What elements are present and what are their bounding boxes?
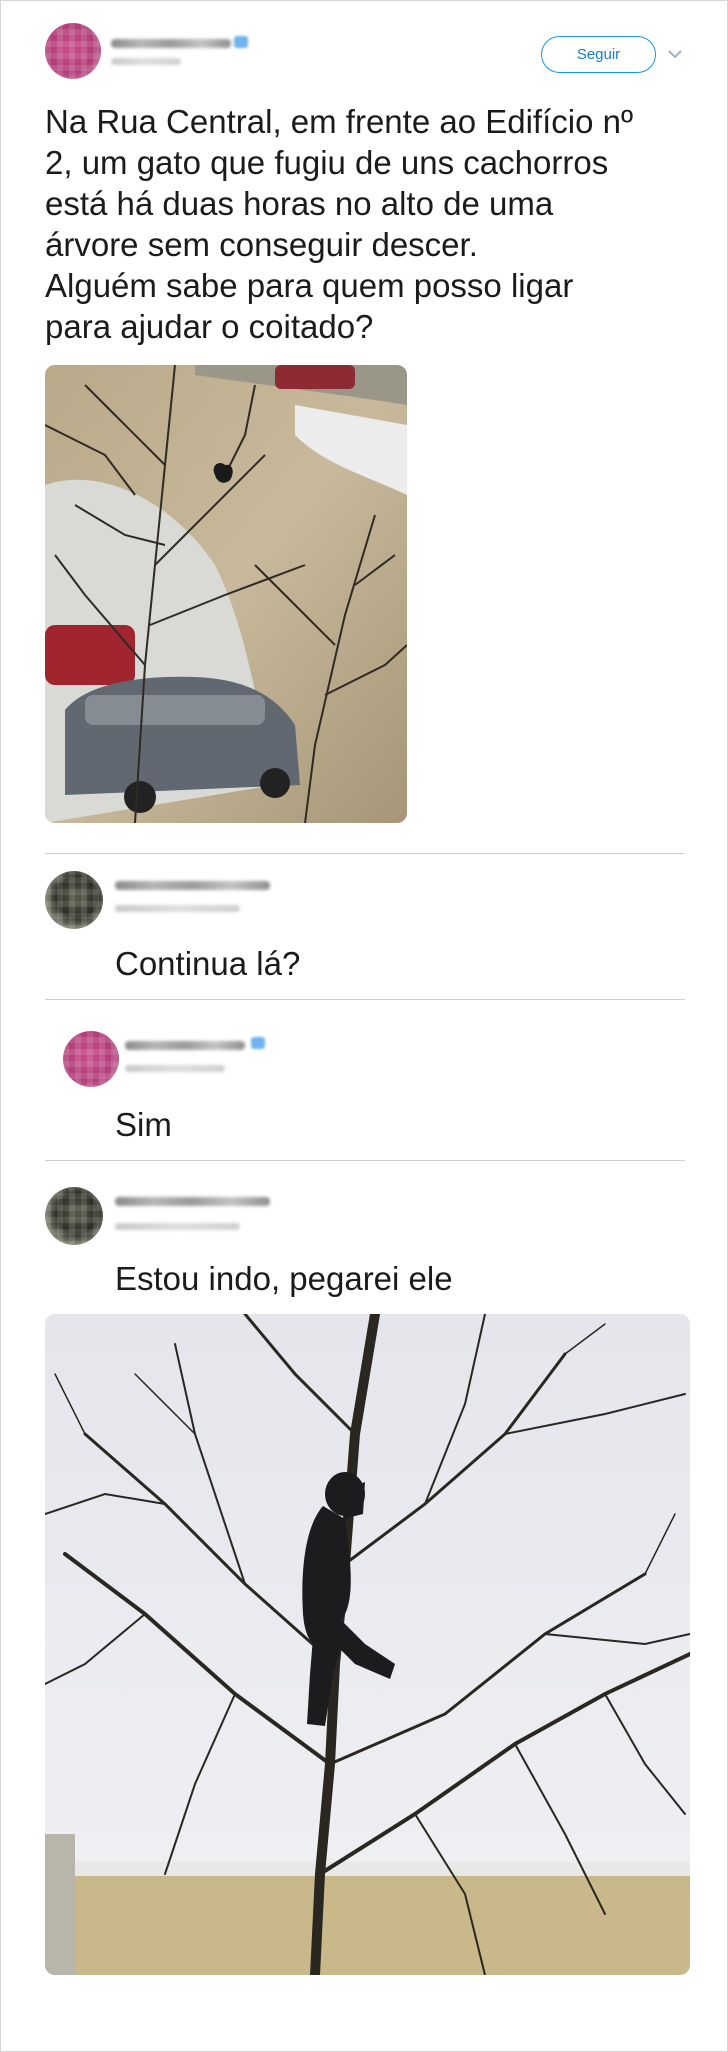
replier-display-name-blurred[interactable] <box>115 881 270 890</box>
replier-avatar[interactable] <box>45 871 103 929</box>
reply-text: Estou indo, pegarei ele <box>115 1260 453 1297</box>
divider <box>45 1160 685 1161</box>
verified-badge-icon <box>234 36 248 48</box>
chevron-down-icon[interactable] <box>666 46 684 62</box>
tweet-text: Na Rua Central, em frente ao Edifício nº… <box>45 103 634 345</box>
author-handle-blurred[interactable] <box>125 1065 225 1072</box>
verified-badge-icon <box>251 1037 265 1049</box>
author-handle-blurred[interactable] <box>111 58 181 65</box>
tweet-photo-street[interactable] <box>45 365 407 823</box>
reply-text: Sim <box>115 1106 172 1143</box>
reply-text: Continua lá? <box>115 945 301 982</box>
author-display-name-blurred[interactable] <box>125 1041 245 1050</box>
replier-avatar[interactable] <box>45 1187 103 1245</box>
author-avatar[interactable] <box>45 23 101 79</box>
tweet-thread-card: Seguir Na Rua Central, em frente ao Edif… <box>0 0 728 2052</box>
replier-display-name-blurred[interactable] <box>115 1197 270 1206</box>
divider <box>45 853 685 854</box>
follow-button[interactable]: Seguir <box>541 36 656 73</box>
replier-handle-blurred[interactable] <box>115 1223 240 1230</box>
author-avatar[interactable] <box>63 1031 119 1087</box>
divider <box>45 999 685 1000</box>
replier-handle-blurred[interactable] <box>115 905 240 912</box>
author-display-name-blurred[interactable] <box>111 39 231 48</box>
reply-photo-climber[interactable] <box>45 1314 690 1975</box>
